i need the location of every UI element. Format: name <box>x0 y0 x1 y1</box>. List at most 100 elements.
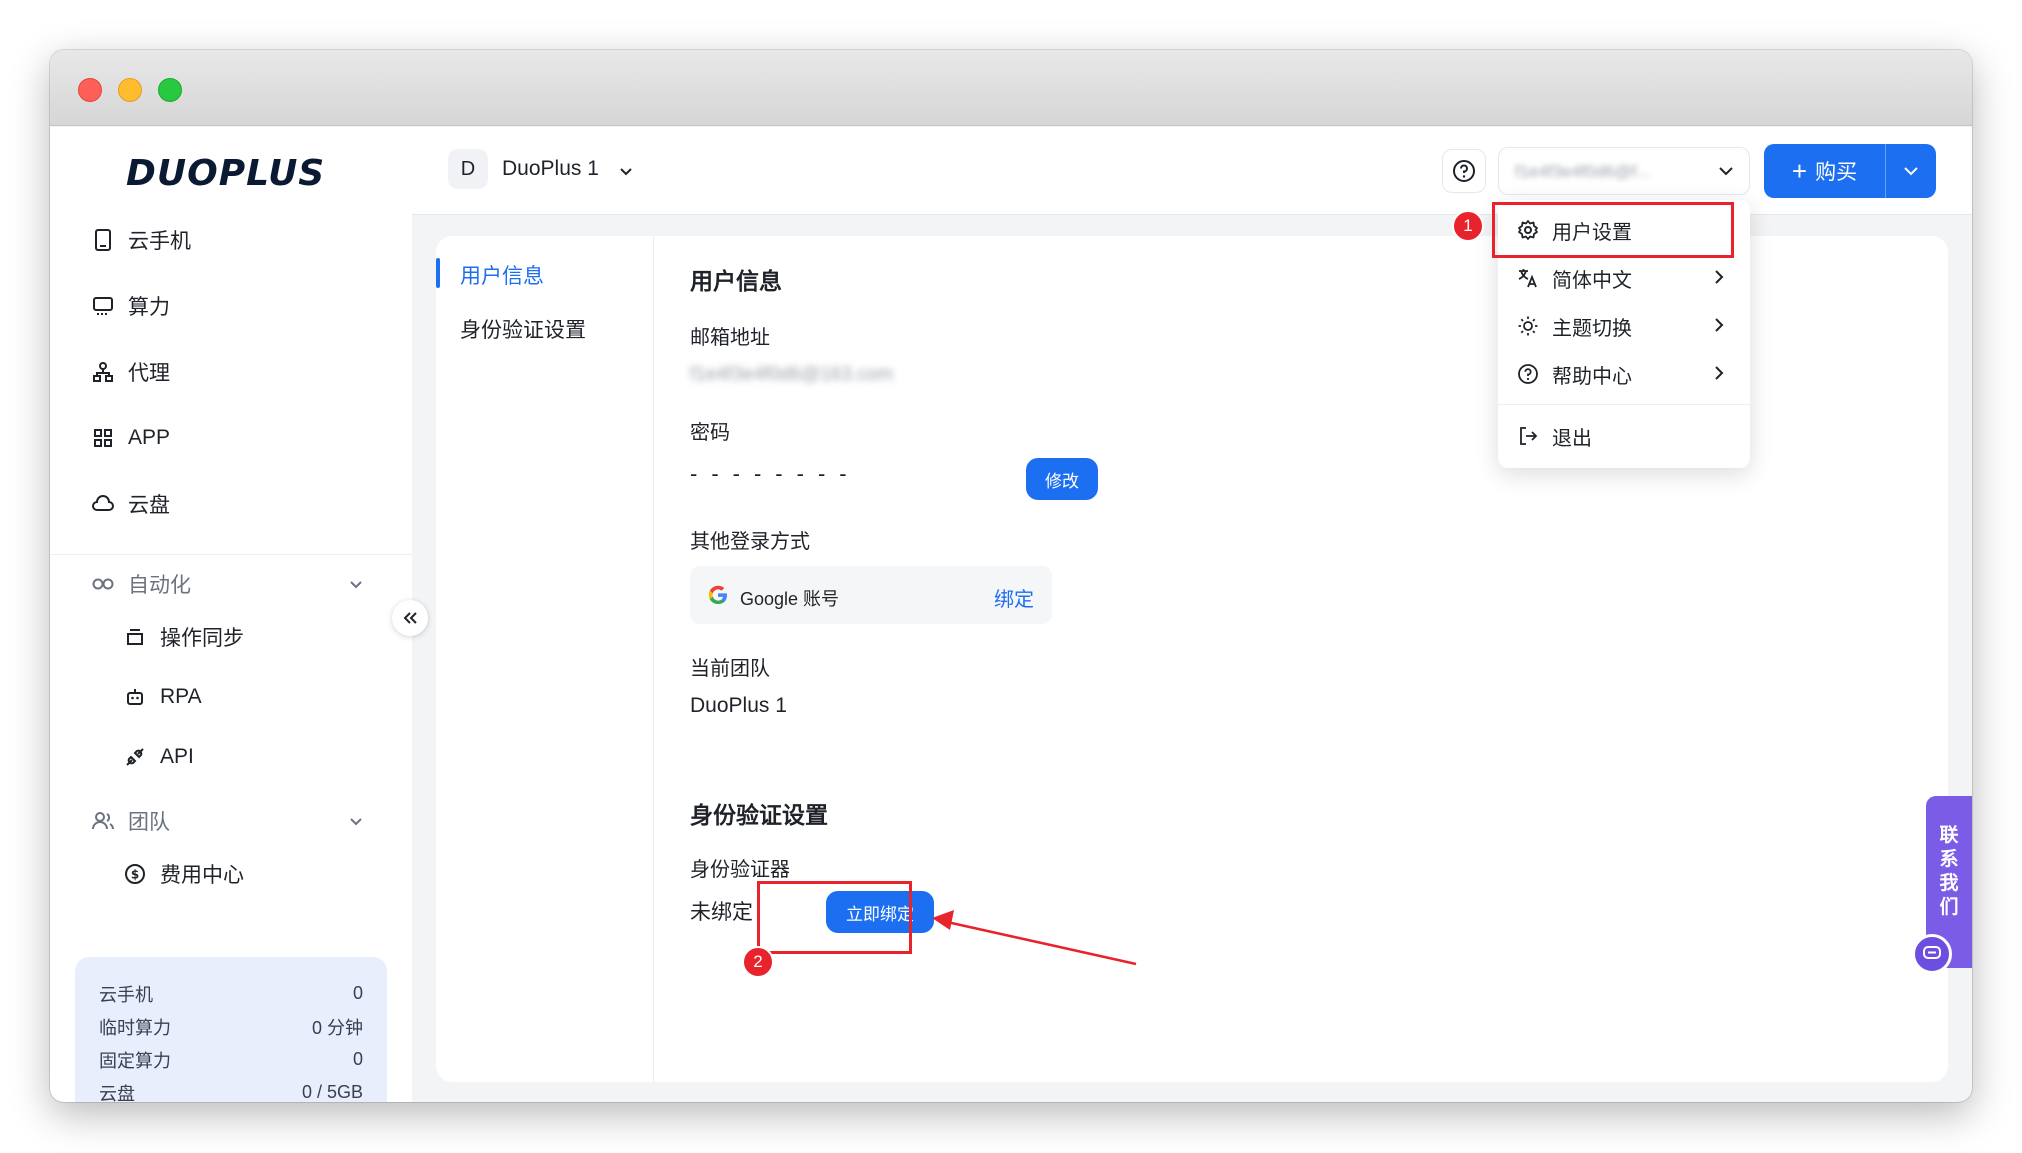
brand-logo[interactable]: DUOPLUS <box>126 153 325 194</box>
stat-row: 云盘 0 / 5GB <box>99 1082 363 1102</box>
section-title-user-info: 用户信息 <box>690 268 782 294</box>
stat-row: 临时算力 0 分钟 <box>99 1017 363 1038</box>
close-window-button[interactable] <box>78 78 102 102</box>
sidebar-item-app[interactable]: APP <box>90 418 170 458</box>
team-switcher[interactable]: DuoPlus 1 <box>502 157 599 181</box>
buy-button[interactable]: + 购买 <box>1764 144 1886 198</box>
sidebar-item-cloud-phone[interactable]: 云手机 <box>90 220 191 260</box>
google-icon <box>708 585 727 604</box>
chevron-down-icon[interactable] <box>346 574 366 594</box>
step-badge-1: 1 <box>1452 210 1484 242</box>
sidebar-group-label: 自动化 <box>128 574 191 597</box>
sidebar-item-label: API <box>160 745 194 768</box>
collapse-sidebar-button[interactable] <box>392 600 428 636</box>
sidebar-item-label: 操作同步 <box>160 627 244 650</box>
monitor-icon <box>90 293 116 319</box>
sidebar: DUOPLUS 云手机 算力 代理 APP 云盘 自动化 操作同步 RPA AP… <box>50 127 412 1102</box>
chevron-down-icon <box>1719 167 1733 176</box>
authenticator-label: 身份验证器 <box>690 859 790 881</box>
active-indicator <box>436 258 440 288</box>
password-mask: -------- <box>690 461 861 486</box>
sidebar-item-billing[interactable]: $ 费用中心 <box>122 854 244 894</box>
email-label: 邮箱地址 <box>690 327 770 349</box>
double-chevron-left-icon <box>403 612 417 624</box>
maximize-window-button[interactable] <box>158 78 182 102</box>
sidebar-item-compute[interactable]: 算力 <box>90 286 170 326</box>
google-login-row: Google 账号 绑定 <box>690 566 1052 624</box>
user-account-button[interactable]: f1e4f3e4f0d6@f... <box>1498 147 1750 195</box>
robot-icon <box>122 684 148 710</box>
users-icon <box>90 808 116 834</box>
sidebar-item-label: RPA <box>160 685 202 708</box>
sidebar-divider <box>50 554 412 555</box>
grid-icon <box>90 425 116 451</box>
menu-item-theme[interactable]: 主题切换 <box>1516 306 1746 346</box>
email-value: f1e4f3e4f0d6@163.com <box>690 364 894 385</box>
annotation-arrow <box>932 910 1137 966</box>
sidebar-item-label: APP <box>128 426 171 449</box>
chevron-right-icon <box>1715 270 1724 284</box>
stat-row: 云手机 0 <box>99 983 363 1005</box>
usage-stats-panel: 云手机 0 临时算力 0 分钟 固定算力 0 云盘 0 / 5GB <box>75 957 387 1102</box>
current-team-label: 当前团队 <box>690 658 770 680</box>
buy-dropdown-button[interactable] <box>1886 144 1936 198</box>
sidebar-item-label: 费用中心 <box>160 864 244 887</box>
stat-row: 固定算力 0 <box>99 1049 363 1071</box>
svg-text:$: $ <box>131 868 139 882</box>
chevron-right-icon <box>1715 366 1724 380</box>
chevron-right-icon <box>1715 318 1724 332</box>
sidebar-group-team[interactable]: 团队 <box>90 801 170 841</box>
highlight-bind-now <box>757 881 912 954</box>
chat-icon <box>1923 946 1941 959</box>
dollar-circle-icon: $ <box>122 861 148 887</box>
buy-button-group: + 购买 <box>1764 144 1936 198</box>
authenticator-status: 未绑定 <box>690 901 753 924</box>
settings-subnav: 用户信息 身份验证设置 <box>436 236 654 1082</box>
sidebar-group-automation[interactable]: 自动化 <box>90 564 191 604</box>
user-email: f1e4f3e4f0d6@f... <box>1515 162 1651 181</box>
highlight-user-settings <box>1492 202 1734 258</box>
sidebar-item-operation-sync[interactable]: 操作同步 <box>122 617 244 657</box>
help-button[interactable] <box>1442 149 1486 193</box>
sidebar-item-rpa[interactable]: RPA <box>122 677 202 717</box>
cloud-icon <box>90 491 116 517</box>
chevron-down-icon[interactable] <box>346 811 366 831</box>
team-avatar[interactable]: D <box>448 149 488 189</box>
network-icon <box>90 359 116 385</box>
edit-password-button[interactable]: 修改 <box>1026 458 1098 500</box>
chat-bubble-button[interactable] <box>1912 934 1952 974</box>
sync-stack-icon <box>122 624 148 650</box>
sidebar-group-label: 团队 <box>128 811 170 834</box>
sidebar-item-label: 云手机 <box>128 230 191 253</box>
sidebar-item-label: 代理 <box>128 362 170 385</box>
help-circle-icon <box>1516 362 1540 386</box>
phone-icon <box>90 227 116 253</box>
sidebar-item-proxy[interactable]: 代理 <box>90 352 170 392</box>
menu-item-logout[interactable]: 退出 <box>1516 416 1746 456</box>
infinity-icon <box>90 571 116 597</box>
menu-item-language[interactable]: 简体中文 <box>1516 258 1746 298</box>
logout-icon <box>1516 424 1540 448</box>
menu-divider <box>1498 404 1750 405</box>
translate-icon <box>1516 266 1540 290</box>
password-label: 密码 <box>690 422 730 444</box>
step-badge-2: 2 <box>742 946 774 978</box>
window-titlebar <box>50 50 1972 126</box>
other-login-label: 其他登录方式 <box>690 531 810 553</box>
google-bind-link[interactable]: 绑定 <box>994 583 1034 612</box>
plus-icon: + <box>1791 156 1808 186</box>
sidebar-item-cloud-drive[interactable]: 云盘 <box>90 484 170 524</box>
sidebar-item-label: 算力 <box>128 296 170 319</box>
plug-icon <box>122 744 148 770</box>
google-account-label: Google 账号 <box>740 589 840 609</box>
help-circle-icon <box>1453 160 1475 182</box>
current-team-value: DuoPlus 1 <box>690 694 787 717</box>
minimize-window-button[interactable] <box>118 78 142 102</box>
sun-icon <box>1516 314 1540 338</box>
chevron-down-icon[interactable] <box>618 163 634 179</box>
menu-item-help-center[interactable]: 帮助中心 <box>1516 354 1746 394</box>
subnav-user-info[interactable]: 用户信息 <box>460 260 544 290</box>
chevron-down-icon <box>1904 167 1918 176</box>
subnav-auth-settings[interactable]: 身份验证设置 <box>460 314 586 344</box>
sidebar-item-api[interactable]: API <box>122 737 194 777</box>
